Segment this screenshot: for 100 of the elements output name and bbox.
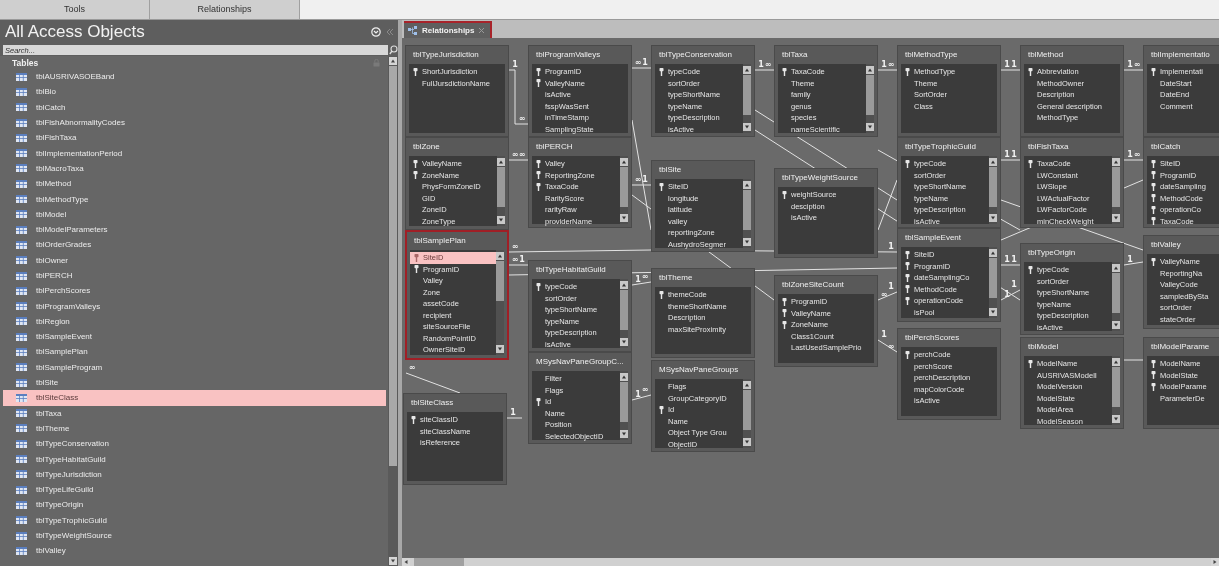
scroll-up-icon[interactable] (620, 281, 628, 289)
scroll-up-icon[interactable] (866, 66, 874, 74)
table-list-item[interactable]: tblTypeTrophicGuild (3, 512, 386, 528)
table-list-item[interactable]: tblRegion (3, 313, 386, 330)
scrollbar[interactable] (620, 371, 628, 440)
table-list-item[interactable]: tblCatch (3, 99, 386, 115)
scroll-down-icon[interactable] (1112, 415, 1120, 423)
scroll-up-icon[interactable] (620, 158, 628, 166)
scroll-up-icon[interactable] (497, 158, 505, 166)
scrollbar[interactable] (743, 179, 751, 248)
scroll-down-icon[interactable] (1112, 214, 1120, 222)
table-list-item[interactable]: tblTheme (3, 420, 386, 437)
table-list-item[interactable]: tblPerchScores (3, 283, 386, 299)
table-list-item[interactable]: tblTypeHabitatGuild (3, 451, 386, 467)
scroll-down-icon[interactable] (497, 216, 505, 224)
scroll-down-icon[interactable] (866, 123, 874, 131)
cardinality-label: ∞ (1133, 150, 1141, 159)
scrollbar[interactable] (1112, 356, 1120, 425)
table-list-item[interactable]: tblModel (3, 206, 386, 222)
table-list-item[interactable]: tblAUSRIVASOEBand (3, 69, 386, 85)
table-list-item[interactable]: tblImplementationPeriod (3, 145, 386, 161)
scrollbar[interactable] (620, 279, 628, 348)
scrollbar[interactable] (497, 156, 505, 226)
table-list-item[interactable]: tblSampleProgram (3, 359, 386, 375)
table-list-item[interactable]: tblOrderGrades (3, 237, 386, 253)
dropdown-icon[interactable] (371, 27, 381, 37)
search-icon[interactable] (389, 45, 398, 55)
table-title: tblMethod (1027, 49, 1065, 61)
scroll-right-icon[interactable] (1211, 558, 1219, 566)
table-list-item[interactable]: tblTypeLifeGuild (3, 482, 386, 498)
scroll-up-icon[interactable] (496, 252, 504, 260)
scroll-down-icon[interactable] (620, 214, 628, 222)
group-header[interactable]: Tables (12, 57, 373, 68)
table-title: tblSamplePlan (413, 235, 467, 247)
cardinality-label: ∞ (634, 58, 642, 67)
scroll-down-icon[interactable] (989, 308, 997, 316)
scroll-up-icon[interactable] (389, 57, 397, 65)
table-list-item[interactable]: tblTypeOrigin (3, 497, 386, 513)
scroll-up-icon[interactable] (1112, 158, 1120, 166)
scroll-up-icon[interactable] (989, 249, 997, 257)
scroll-up-icon[interactable] (620, 373, 628, 381)
table-list-item[interactable]: tblBio (3, 84, 386, 100)
cardinality-label: 1 (1011, 150, 1017, 159)
table-list-item[interactable]: tblTypeWeightSource (3, 527, 386, 544)
scrollbar[interactable] (989, 247, 997, 318)
scroll-down-icon[interactable] (1112, 321, 1120, 329)
scroll-down-icon[interactable] (620, 430, 628, 438)
scrollbar[interactable] (866, 64, 874, 133)
scroll-down-icon[interactable] (989, 214, 997, 222)
table-list-item[interactable]: tblTypeJurisdiction (3, 466, 386, 482)
table-list-item[interactable]: tblMacroTaxa (3, 160, 386, 177)
scrollbar[interactable] (743, 64, 751, 133)
scroll-up-icon[interactable] (989, 158, 997, 166)
scroll-down-icon[interactable] (743, 123, 751, 131)
scroll-down-icon[interactable] (743, 238, 751, 246)
scroll-down-icon[interactable] (620, 338, 628, 346)
cardinality-label: ∞ (880, 290, 888, 299)
table-list-item[interactable]: tblSampleEvent (3, 329, 386, 345)
relationship-line (1123, 159, 1144, 161)
table-icon (16, 424, 27, 433)
table-list-item[interactable]: tblPERCH (3, 267, 386, 284)
relationship-line (754, 69, 775, 71)
scrollbar[interactable] (1112, 156, 1120, 224)
table-list-item[interactable]: tblFishTaxa (3, 130, 386, 146)
scrollbar[interactable] (1112, 262, 1120, 331)
document-tab[interactable]: Relationships (404, 21, 493, 38)
scrollbar[interactable] (496, 250, 504, 355)
table-list-item[interactable]: tblModelParameters (3, 221, 386, 238)
scrollbar[interactable] (989, 156, 997, 224)
ribbon-group-label: Tools (0, 0, 150, 19)
scroll-up-icon[interactable] (743, 181, 751, 189)
table-list-item[interactable]: tblSite (3, 374, 386, 391)
scroll-down-icon[interactable] (496, 345, 504, 353)
scroll-down-icon[interactable] (389, 557, 397, 565)
table-list-item[interactable]: tblMethodType (3, 191, 386, 207)
scroll-up-icon[interactable] (1112, 264, 1120, 272)
table-icon (16, 103, 27, 112)
scroll-up-icon[interactable] (743, 381, 751, 389)
cardinality-label: 1 (881, 60, 887, 69)
scrollbar[interactable] (402, 558, 1219, 566)
cardinality-label: 1 (519, 255, 525, 264)
scroll-up-icon[interactable] (743, 66, 751, 74)
scroll-left-icon[interactable] (402, 558, 410, 566)
table-list-item[interactable]: tblFishAbnormalityCodes (3, 114, 386, 131)
table-list-item[interactable]: tblOwner (3, 252, 386, 268)
table-list-item[interactable]: tblSamplePlan (3, 344, 386, 360)
table-title: tblTypeTrophicGuild (904, 141, 977, 153)
scrollbar[interactable] (620, 156, 628, 224)
table-list-item[interactable]: tblValley (3, 543, 386, 559)
table-list-item[interactable]: tblSiteClass (3, 390, 386, 406)
table-list-item[interactable]: tblMethod (3, 176, 386, 192)
relationship-line (506, 417, 523, 419)
table-list-item[interactable]: tblProgramValleys (3, 298, 386, 314)
scroll-down-icon[interactable] (743, 438, 751, 446)
scrollbar[interactable] (743, 379, 751, 448)
table-list-item[interactable]: tblTypeConservation (3, 436, 386, 452)
scroll-up-icon[interactable] (1112, 358, 1120, 366)
cardinality-label: ∞ (1133, 60, 1141, 69)
table-list-item[interactable]: tblTaxa (3, 405, 386, 421)
scrollbar[interactable] (388, 56, 398, 566)
